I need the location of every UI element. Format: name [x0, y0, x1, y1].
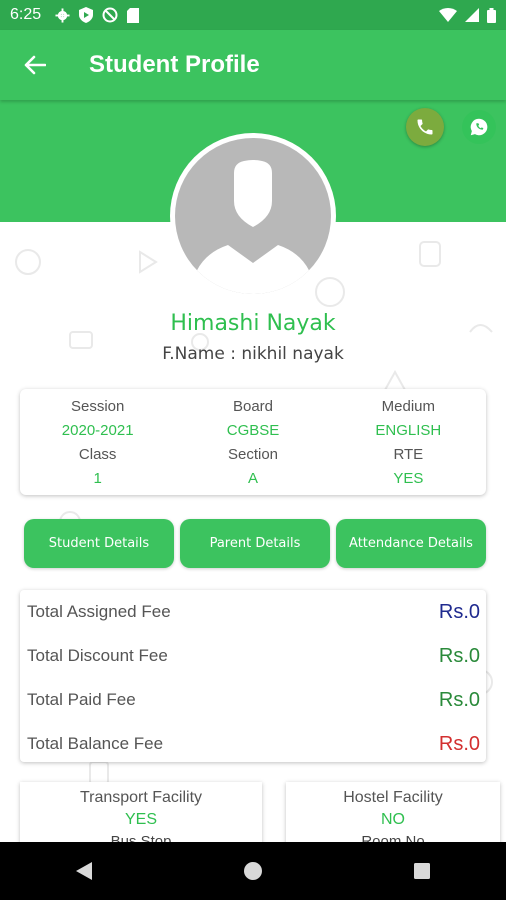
- parent-details-button[interactable]: Parent Details: [180, 519, 330, 568]
- rte-value: YES: [393, 470, 424, 487]
- signal-icon: [465, 8, 479, 22]
- class-value: 1: [93, 470, 102, 487]
- back-triangle-icon: [76, 862, 93, 880]
- status-time: 6:25: [10, 6, 42, 23]
- fee-row-assigned: Total Assigned Fee Rs.0: [20, 590, 486, 634]
- at-sign-icon: [102, 7, 118, 23]
- medium-value: ENGLISH: [375, 422, 442, 439]
- student-name: Himashi Nayak: [170, 311, 336, 336]
- board-value: CGBSE: [226, 422, 280, 439]
- section-value: A: [247, 470, 258, 487]
- nav-home-button[interactable]: [223, 842, 283, 900]
- transport-facility-label: Transport Facility: [79, 789, 203, 806]
- avatar: [170, 133, 336, 299]
- system-nav-bar: [0, 842, 506, 900]
- assigned-fee-label: Total Assigned Fee: [27, 602, 171, 621]
- battery-icon: [487, 7, 496, 23]
- student-details-button[interactable]: Student Details: [24, 519, 174, 568]
- hostel-facility-value: NO: [381, 811, 405, 828]
- session-label: Session: [70, 398, 125, 415]
- attendance-details-button[interactable]: Attendance Details: [336, 519, 486, 568]
- father-name: F.Name : nikhil nayak: [162, 344, 344, 364]
- call-button[interactable]: [406, 108, 444, 146]
- sd-card-icon: [127, 7, 140, 23]
- academic-info-card: Session Board Medium 2020-2021 CGBSE ENG…: [20, 389, 486, 495]
- fee-row-paid: Total Paid Fee Rs.0: [20, 678, 486, 722]
- discount-fee-label: Total Discount Fee: [27, 646, 168, 665]
- whatsapp-button[interactable]: [462, 110, 496, 144]
- phone-icon: [417, 119, 433, 135]
- page-title: Student Profile: [89, 51, 260, 78]
- person-placeholder-icon: [175, 138, 331, 294]
- balance-fee-label: Total Balance Fee: [27, 734, 164, 753]
- paid-fee-value: Rs.0: [438, 688, 480, 711]
- fee-summary-card: Total Assigned Fee Rs.0 Total Discount F…: [20, 590, 486, 762]
- session-value: 2020-2021: [61, 422, 134, 439]
- discount-fee-value: Rs.0: [438, 644, 480, 667]
- assigned-fee-value: Rs.0: [438, 600, 480, 623]
- home-circle-icon: [243, 862, 262, 880]
- wifi-icon: [439, 8, 457, 22]
- nav-recents-button[interactable]: [392, 842, 452, 900]
- back-button[interactable]: [0, 30, 70, 100]
- transport-facility-value: YES: [124, 811, 157, 828]
- section-label: Section: [227, 446, 279, 463]
- app-bar: Student Profile: [0, 30, 506, 100]
- arrow-left-icon: [24, 55, 46, 75]
- fee-row-balance: Total Balance Fee Rs.0: [20, 722, 486, 766]
- class-label: Class: [78, 446, 117, 463]
- hostel-facility-label: Hostel Facility: [343, 789, 443, 806]
- board-label: Board: [232, 398, 273, 415]
- medium-label: Medium: [381, 398, 435, 415]
- paid-fee-label: Total Paid Fee: [27, 690, 136, 709]
- play-protect-icon: [79, 7, 94, 23]
- nav-back-button[interactable]: [54, 842, 114, 900]
- rte-label: RTE: [393, 446, 424, 463]
- recents-square-icon: [413, 863, 430, 879]
- balance-fee-value: Rs.0: [438, 732, 480, 755]
- details-tab-row: Student Details Parent Details Attendanc…: [24, 519, 486, 568]
- whatsapp-icon: [470, 118, 488, 136]
- status-bar: 6:25: [0, 0, 506, 30]
- gear-icon: [55, 7, 70, 23]
- fee-row-discount: Total Discount Fee Rs.0: [20, 634, 486, 678]
